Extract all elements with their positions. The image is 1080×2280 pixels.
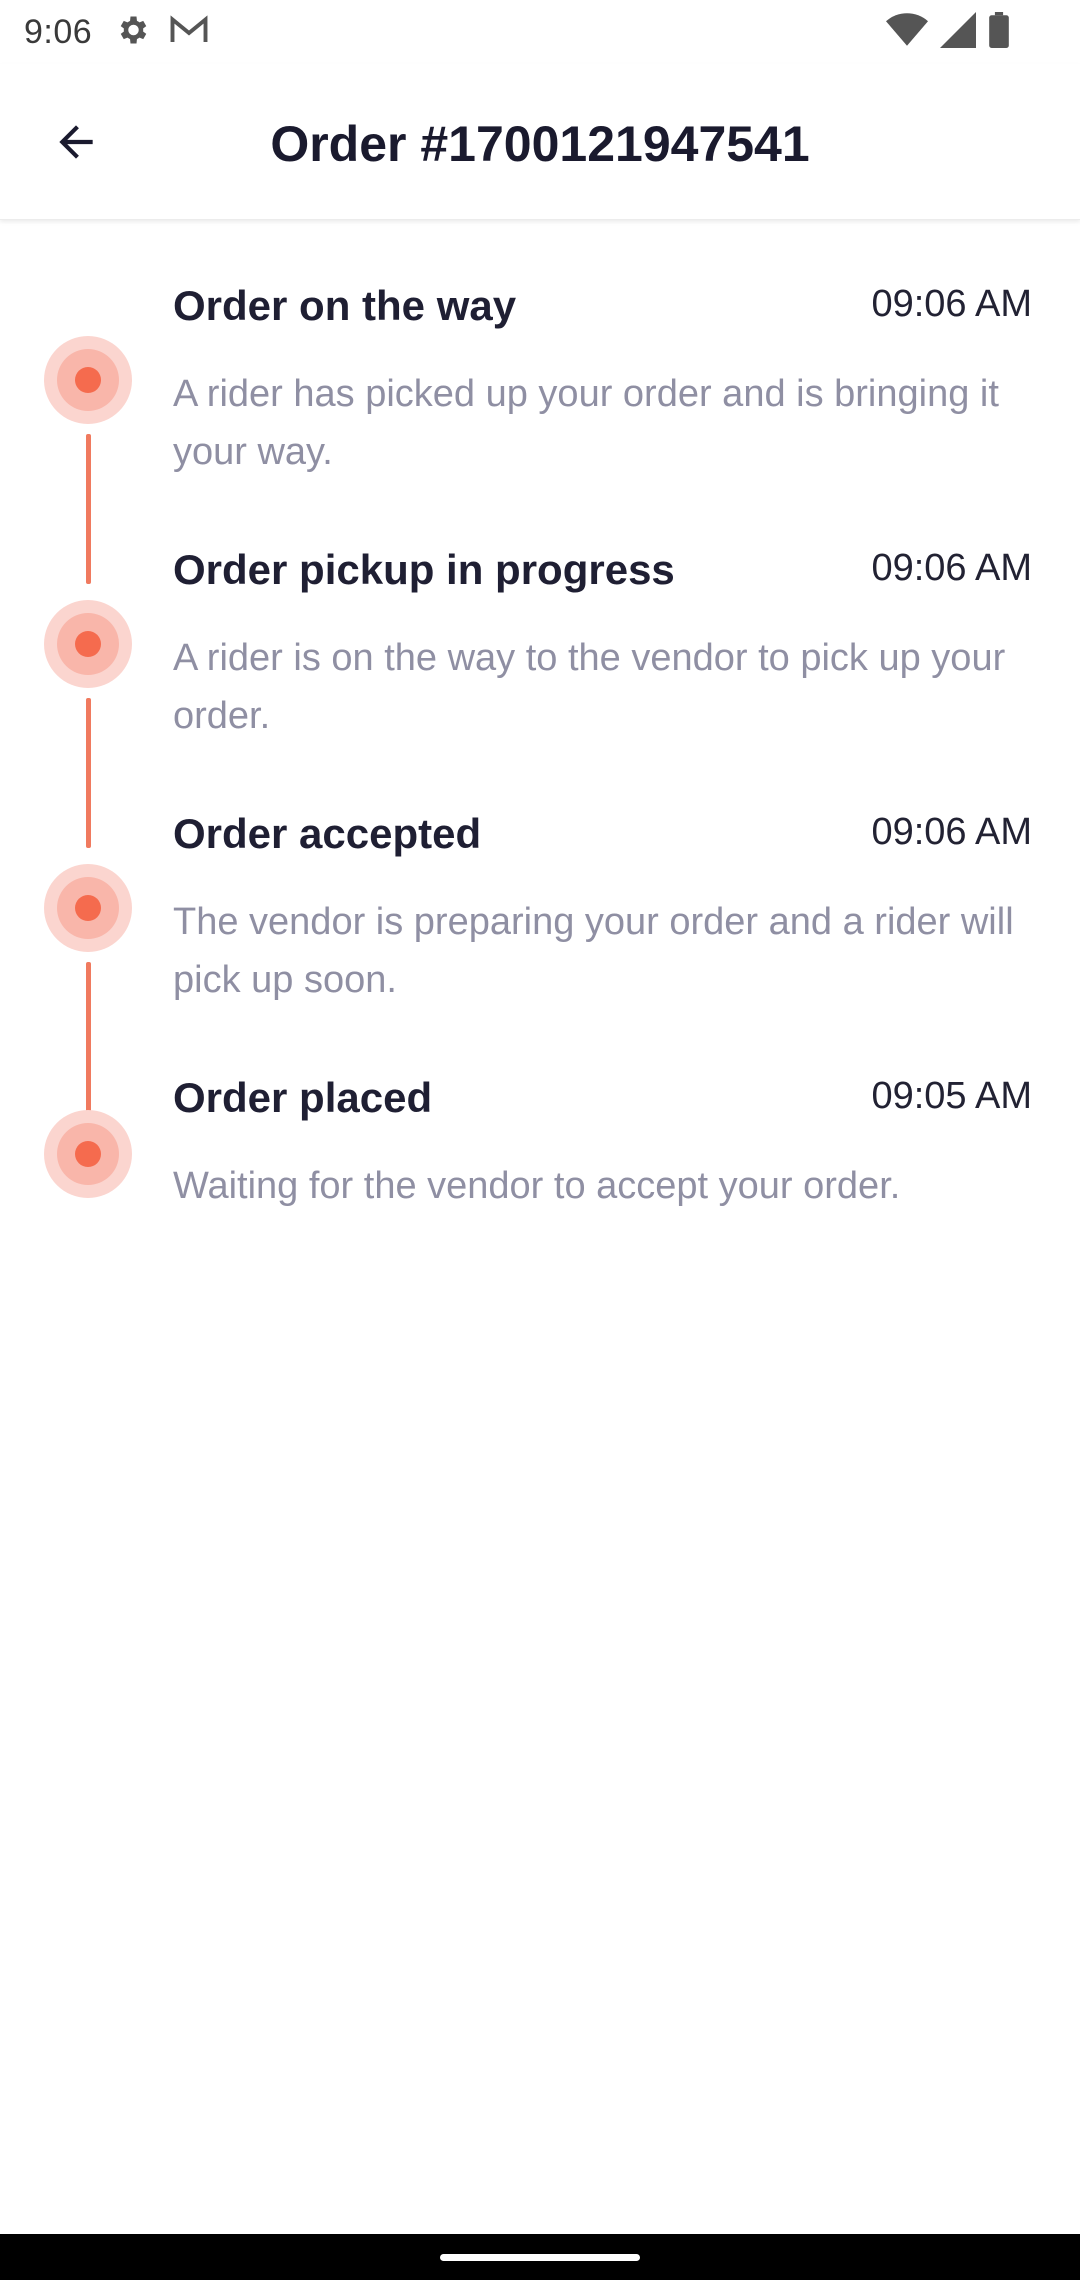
page-title: Order #1700121947541 (270, 116, 810, 172)
status-bar: 9:06 (0, 0, 1080, 64)
system-navigation-bar (0, 2234, 1080, 2280)
event-description: The vendor is preparing your order and a… (173, 901, 1014, 1001)
battery-icon (988, 12, 1010, 53)
timeline-dot-icon (44, 1110, 132, 1198)
event-title: Order pickup in progress (173, 546, 675, 593)
timeline-connector (86, 434, 91, 584)
timeline-dot-icon (44, 600, 132, 688)
home-gesture-handle[interactable] (440, 2254, 640, 2261)
app-bar: Order #1700121947541 (0, 64, 1080, 220)
wifi-icon (886, 12, 928, 53)
event-time: 09:05 AM (871, 1075, 1032, 1117)
gmail-icon (168, 12, 210, 53)
event-description: Waiting for the vendor to accept your or… (173, 1165, 901, 1207)
timeline-dot-icon (44, 864, 132, 952)
event-description: A rider has picked up your order and is … (173, 373, 999, 473)
signal-icon (940, 12, 976, 53)
status-notification-icons (114, 12, 210, 53)
status-system-icons (886, 12, 1010, 53)
timeline-dot-icon (44, 336, 132, 424)
timeline-connector (86, 962, 91, 1112)
event-title: Order on the way (173, 282, 517, 329)
event-time: 09:06 AM (871, 811, 1032, 853)
timeline-connector (86, 698, 91, 848)
event-description: A rider is on the way to the vendor to p… (173, 637, 1006, 737)
event-title: Order placed (173, 1074, 433, 1121)
event-title: Order accepted (173, 810, 482, 857)
event-time: 09:06 AM (871, 547, 1032, 589)
status-time: 9:06 (24, 12, 93, 51)
event-time: 09:06 AM (871, 283, 1032, 325)
gear-icon (114, 12, 150, 53)
